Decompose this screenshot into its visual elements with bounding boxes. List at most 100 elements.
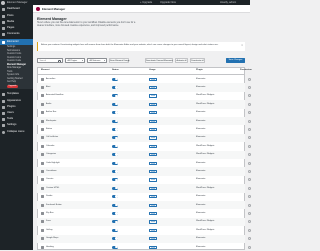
deactivate-unused-button[interactable]: Deactivate Unused Elements [145, 58, 173, 63]
permission-icon[interactable] [248, 153, 251, 156]
plugin-filter-select[interactable]: All Plugins ▾ [65, 58, 85, 63]
status-toggle[interactable] [112, 187, 118, 190]
usage-button[interactable]: Show [149, 86, 157, 89]
submenu-item-get-help[interactable]: Get Help [7, 81, 16, 84]
admin-bar-item-upgrade-now[interactable]: Upgrade Now [160, 1, 176, 4]
search-input[interactable]: Search [37, 58, 63, 63]
status-toggle[interactable] [112, 86, 118, 89]
permission-icon[interactable] [248, 178, 251, 181]
scan-usage-button[interactable]: Scan Element Usage [109, 58, 129, 63]
toggle-knob [115, 204, 117, 206]
permission-icon[interactable] [248, 187, 251, 190]
status-toggle[interactable] [112, 136, 118, 139]
save-changes-button[interactable]: Save Changes [226, 58, 245, 63]
usage-button[interactable]: Show [149, 220, 157, 223]
permission-icon[interactable] [248, 170, 251, 173]
permission-icon[interactable] [248, 162, 251, 165]
element-name: Blockquote [46, 120, 56, 123]
usage-button[interactable]: Show [149, 178, 157, 181]
status-toggle[interactable] [112, 128, 118, 131]
element-icon [41, 120, 44, 123]
element-icon [41, 78, 44, 81]
close-icon[interactable]: × [241, 44, 243, 47]
usage-button[interactable]: Show [149, 103, 157, 106]
permission-icon[interactable] [248, 94, 251, 97]
usage-button[interactable]: Show [149, 246, 157, 249]
status-toggle[interactable] [112, 212, 118, 215]
usage-button[interactable]: Show [149, 187, 157, 190]
status-toggle[interactable] [112, 78, 118, 81]
usage-button[interactable]: Show [149, 78, 157, 81]
status-toggle[interactable] [112, 94, 118, 97]
permission-icon[interactable] [248, 103, 251, 106]
column-header-element[interactable]: Element [41, 69, 50, 72]
status-filter-select[interactable]: All Statuses ▾ [87, 58, 107, 63]
status-toggle[interactable] [112, 246, 118, 249]
status-toggle[interactable] [112, 237, 118, 240]
permission-icon[interactable] [248, 212, 251, 215]
status-toggle[interactable] [112, 195, 118, 198]
admin-bar-item-upgrade[interactable]: + Upgrade [140, 1, 152, 4]
sidebar-item-collapse-menu[interactable]: Collapse menu [0, 129, 33, 135]
plugin-name: Elementor [196, 78, 205, 81]
permission-icon[interactable] [248, 120, 251, 123]
usage-button[interactable]: Show [149, 162, 157, 165]
usage-button[interactable]: Show [149, 170, 157, 173]
permission-icon[interactable] [248, 237, 251, 240]
elementor-logo-icon [36, 7, 40, 11]
column-header-plugin[interactable]: Plugin [196, 69, 203, 72]
status-toggle[interactable] [112, 162, 118, 165]
permission-icon[interactable] [248, 246, 251, 249]
usage-button[interactable]: Show [149, 145, 157, 148]
status-toggle[interactable] [112, 170, 118, 173]
status-toggle[interactable] [112, 103, 118, 106]
elementor-submenu: Settings Submissions Custom Fonts Custom… [0, 45, 33, 89]
usage-button[interactable]: Show [149, 94, 157, 97]
element-name: Divider [46, 195, 52, 198]
usage-button[interactable]: Show [149, 111, 157, 114]
permission-icon[interactable] [248, 136, 251, 139]
status-toggle[interactable] [112, 178, 118, 181]
status-toggle[interactable] [112, 111, 118, 114]
usage-button[interactable]: Show [149, 128, 157, 131]
usage-button[interactable]: Show [149, 120, 157, 123]
element-name: Custom HTML [46, 187, 59, 190]
usage-button[interactable]: Show [149, 153, 157, 156]
admin-bar-howdy[interactable]: Howdy, admin [220, 1, 236, 4]
permission-icon[interactable] [248, 195, 251, 198]
status-toggle[interactable] [112, 120, 118, 123]
status-toggle[interactable] [112, 145, 118, 148]
permission-icon[interactable] [248, 78, 251, 81]
template-icon [2, 93, 5, 96]
sidebar-item-settings[interactable]: Settings [0, 122, 33, 128]
deactivate-all-button[interactable]: Deactivate all [190, 58, 205, 63]
admin-bar-site-name[interactable]: Element Manager [7, 1, 27, 4]
element-name: Accordion [46, 78, 55, 81]
permission-icon[interactable] [248, 86, 251, 89]
wordpress-logo-icon[interactable] [1, 1, 5, 5]
notice-text: Before you continue: Deactivating widget… [41, 44, 236, 47]
column-header-status[interactable]: Status [112, 69, 119, 72]
usage-button[interactable]: Show [149, 229, 157, 232]
usage-button[interactable]: Show [149, 195, 157, 198]
permission-icon[interactable] [248, 128, 251, 131]
activate-all-button[interactable]: Activate all [175, 58, 188, 63]
usage-button[interactable]: Show [149, 204, 157, 207]
status-toggle[interactable] [112, 153, 118, 156]
status-toggle[interactable] [112, 229, 118, 232]
permission-icon[interactable] [248, 204, 251, 207]
sidebar-item-comments[interactable]: Comments [0, 31, 33, 37]
usage-button[interactable]: Show [149, 237, 157, 240]
sidebar-item-templates[interactable]: Templates [0, 91, 33, 97]
usage-button[interactable]: Show [149, 212, 157, 215]
permission-icon[interactable] [248, 220, 251, 223]
permission-icon[interactable] [248, 229, 251, 232]
permission-icon[interactable] [248, 111, 251, 114]
column-header-usage[interactable]: Usage [149, 69, 156, 72]
sidebar-item-dashboard[interactable]: Dashboard [0, 6, 33, 12]
upgrade-badge[interactable]: Upgrade [7, 85, 18, 88]
status-toggle[interactable] [112, 220, 118, 223]
permission-icon[interactable] [248, 145, 251, 148]
status-toggle[interactable] [112, 204, 118, 207]
usage-button[interactable]: Show [149, 136, 157, 139]
